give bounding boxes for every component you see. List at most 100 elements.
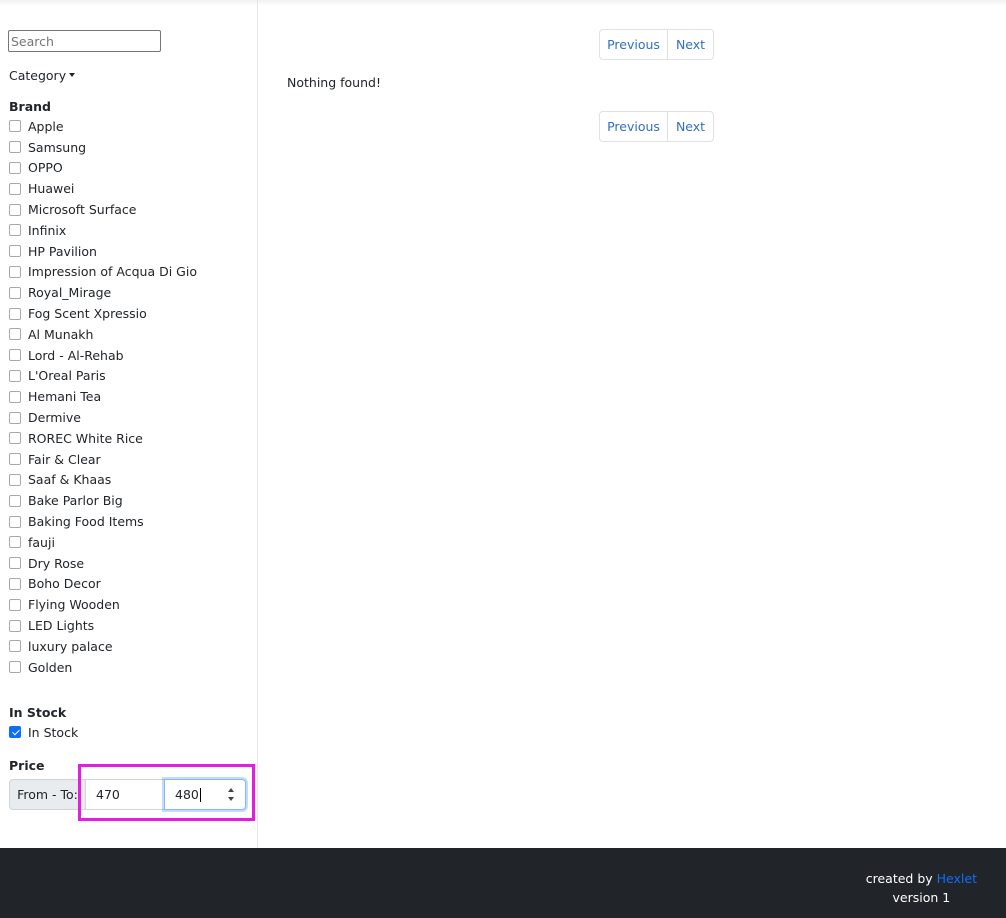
price-heading: Price xyxy=(9,758,45,773)
brand-label: Fair & Clear xyxy=(28,451,101,467)
brand-checkbox[interactable] xyxy=(9,494,21,507)
brand-checkbox[interactable] xyxy=(9,224,21,237)
brand-label: Samsung xyxy=(28,139,87,155)
brand-item[interactable]: Apple xyxy=(9,116,197,137)
in-stock-heading: In Stock xyxy=(9,705,67,720)
brand-checkbox[interactable] xyxy=(9,245,21,258)
brand-item[interactable]: L'Oreal Paris xyxy=(9,366,197,387)
brand-checkbox[interactable] xyxy=(9,473,21,486)
price-range-prefix: From - To: xyxy=(9,779,86,810)
brand-item[interactable]: Saaf & Khaas xyxy=(9,470,197,491)
in-stock-label: In Stock xyxy=(28,724,79,740)
brand-checkbox[interactable] xyxy=(9,411,21,424)
brand-label: Microsoft Surface xyxy=(28,202,137,218)
brand-checkbox[interactable] xyxy=(9,265,21,278)
footer: created by Hexlet version 1 xyxy=(0,848,1006,918)
hexlet-link[interactable]: Hexlet xyxy=(937,871,977,886)
brand-item[interactable]: HP Pavilion xyxy=(9,241,197,262)
brand-checkbox[interactable] xyxy=(9,453,21,466)
brand-label: L'Oreal Paris xyxy=(28,368,106,384)
brand-item[interactable]: LED Lights xyxy=(9,615,197,636)
brand-label: Hemani Tea xyxy=(28,389,102,405)
pagination-top: Previous Next xyxy=(599,29,714,60)
brand-checkbox[interactable] xyxy=(9,141,21,154)
brand-label: Dermive xyxy=(28,410,81,426)
brand-label: Huawei xyxy=(28,181,75,197)
brand-checkbox[interactable] xyxy=(9,203,21,216)
brand-item[interactable]: Dermive xyxy=(9,407,197,428)
created-by-text: created by xyxy=(865,871,933,886)
brand-item[interactable]: Impression of Acqua Di Gio xyxy=(9,262,197,283)
brand-checkbox[interactable] xyxy=(9,557,21,570)
next-button[interactable]: Next xyxy=(667,111,714,142)
brand-label: Flying Wooden xyxy=(28,597,120,613)
brand-item[interactable]: Infinix xyxy=(9,220,197,241)
brand-checkbox[interactable] xyxy=(9,536,21,549)
brand-checkbox[interactable] xyxy=(9,640,21,653)
empty-results-message: Nothing found! xyxy=(287,75,381,90)
pagination-bottom: Previous Next xyxy=(599,111,714,142)
brand-checkbox[interactable] xyxy=(9,661,21,674)
brand-checkbox[interactable] xyxy=(9,369,21,382)
brand-checkbox[interactable] xyxy=(9,120,21,133)
brand-label: Saaf & Khaas xyxy=(28,472,112,488)
search-input[interactable] xyxy=(8,30,161,52)
brand-label: Bake Parlor Big xyxy=(28,493,123,509)
brand-list: Apple Samsung OPPO Huawei Microsoft Surface I… xyxy=(9,116,197,678)
brand-item[interactable]: Lord - Al-Rehab xyxy=(9,345,197,366)
brand-label: ROREC White Rice xyxy=(28,430,143,446)
brand-label: Golden xyxy=(28,659,73,675)
brand-item[interactable]: Baking Food Items xyxy=(9,511,197,532)
brand-item[interactable]: Flying Wooden xyxy=(9,594,197,615)
brand-checkbox[interactable] xyxy=(9,286,21,299)
brand-label: Fog Scent Xpressio xyxy=(28,306,147,322)
version-text: version 1 xyxy=(892,890,951,905)
brand-label: luxury palace xyxy=(28,638,113,654)
brand-checkbox[interactable] xyxy=(9,432,21,445)
brand-label: Boho Decor xyxy=(28,576,101,592)
next-button[interactable]: Next xyxy=(667,29,714,60)
brand-checkbox[interactable] xyxy=(9,390,21,403)
brand-checkbox[interactable] xyxy=(9,577,21,590)
brand-checkbox[interactable] xyxy=(9,307,21,320)
previous-button[interactable]: Previous xyxy=(599,111,668,142)
brand-item[interactable]: Fair & Clear xyxy=(9,449,197,470)
brand-label: Lord - Al-Rehab xyxy=(28,347,124,363)
brand-item[interactable]: luxury palace xyxy=(9,636,197,657)
price-highlight-box xyxy=(78,764,255,821)
brand-label: Royal_Mirage xyxy=(28,285,112,301)
brand-checkbox[interactable] xyxy=(9,182,21,195)
brand-item[interactable]: Al Munakh xyxy=(9,324,197,345)
brand-item[interactable]: Hemani Tea xyxy=(9,386,197,407)
brand-item[interactable]: fauji xyxy=(9,532,197,553)
brand-checkbox[interactable] xyxy=(9,598,21,611)
previous-button[interactable]: Previous xyxy=(599,29,668,60)
brand-item[interactable]: Royal_Mirage xyxy=(9,282,197,303)
brand-item[interactable]: Samsung xyxy=(9,137,197,158)
brand-item[interactable]: Bake Parlor Big xyxy=(9,490,197,511)
footer-credit: created by Hexlet version 1 xyxy=(866,869,977,907)
brand-checkbox[interactable] xyxy=(9,515,21,528)
in-stock-checkbox[interactable] xyxy=(9,726,21,738)
category-label: Category xyxy=(9,68,67,83)
brand-item[interactable]: Fog Scent Xpressio xyxy=(9,303,197,324)
in-stock-checkbox-item[interactable]: In Stock xyxy=(9,722,78,742)
brand-heading: Brand xyxy=(9,99,51,114)
brand-checkbox[interactable] xyxy=(9,328,21,341)
filter-sidebar: Category Brand Apple Samsung OPPO Huawei Mic… xyxy=(0,0,258,848)
brand-checkbox[interactable] xyxy=(9,349,21,362)
brand-item[interactable]: Dry Rose xyxy=(9,553,197,574)
brand-label: Impression of Acqua Di Gio xyxy=(28,264,197,280)
brand-checkbox[interactable] xyxy=(9,161,21,174)
brand-item[interactable]: ROREC White Rice xyxy=(9,428,197,449)
brand-label: Al Munakh xyxy=(28,326,94,342)
brand-label: fauji xyxy=(28,534,55,550)
chevron-down-icon xyxy=(69,73,76,77)
brand-item[interactable]: Golden xyxy=(9,657,197,678)
brand-item[interactable]: OPPO xyxy=(9,158,197,179)
brand-item[interactable]: Microsoft Surface xyxy=(9,199,197,220)
category-dropdown[interactable]: Category xyxy=(9,68,76,83)
brand-checkbox[interactable] xyxy=(9,619,21,632)
brand-item[interactable]: Huawei xyxy=(9,178,197,199)
brand-item[interactable]: Boho Decor xyxy=(9,574,197,595)
